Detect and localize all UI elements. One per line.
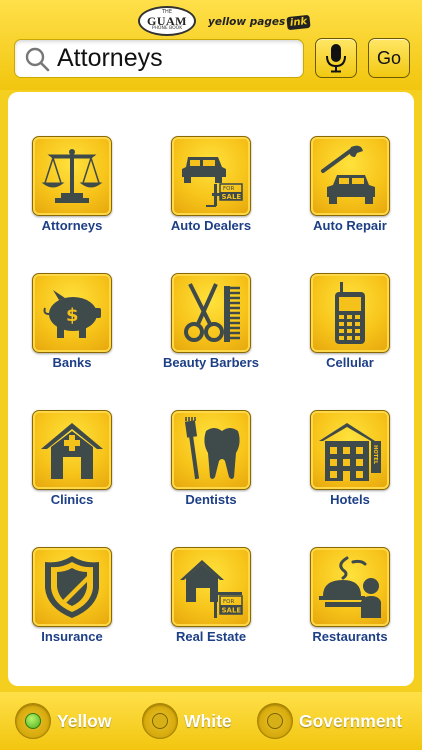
radio-white[interactable]: White — [142, 702, 232, 740]
category-label: Insurance — [41, 629, 103, 644]
tooth-brush-icon — [184, 417, 240, 480]
category-label: Dentists — [185, 492, 237, 507]
category-label: Auto Repair — [313, 218, 387, 233]
sale-text: SALE — [222, 607, 242, 615]
category-label: Clinics — [50, 492, 94, 507]
svg-text:$: $ — [66, 305, 79, 326]
category-tile[interactable] — [171, 273, 251, 353]
radio-label-yellow: Yellow — [57, 710, 112, 731]
category-tile[interactable]: $ — [32, 273, 112, 353]
radio-yellow[interactable]: Yellow — [15, 702, 111, 740]
category-tile[interactable]: HOTEL — [310, 410, 390, 490]
category-grid: Attorneys FOR SALE Auto Dealers Auto Rep… — [8, 92, 414, 686]
search-box[interactable] — [14, 39, 304, 78]
waiter-platter-icon — [319, 556, 381, 618]
category-auto-dealers[interactable]: FOR SALE Auto Dealers — [146, 136, 276, 256]
search-icon — [25, 47, 50, 71]
directory-type-selector: Yellow White Government — [0, 692, 422, 750]
house-for-sale-icon: FOR SALE — [180, 560, 243, 618]
radio-government[interactable]: Government — [257, 702, 402, 740]
category-auto-repair[interactable]: Auto Repair — [285, 136, 415, 256]
yp-logo-ink: ink — [286, 14, 312, 30]
category-tile[interactable] — [32, 136, 112, 216]
logo-bar: THE GUAM PHONE BOOK yellow pages ink — [0, 6, 422, 36]
category-tile[interactable] — [310, 273, 390, 353]
category-label: Real Estate — [175, 629, 247, 644]
hotel-sign-text: HOTEL — [372, 445, 378, 465]
for-text: FOR — [223, 186, 234, 192]
category-tile[interactable] — [171, 410, 251, 490]
radio-button[interactable] — [257, 703, 293, 739]
yp-logo-text: yellow pages — [208, 16, 286, 28]
category-tile[interactable] — [32, 547, 112, 627]
category-tile[interactable] — [310, 547, 390, 627]
hotel-icon: HOTEL — [319, 423, 381, 481]
shield-icon — [45, 556, 99, 618]
voice-search-button[interactable] — [315, 38, 357, 78]
category-label: Beauty Barbers — [162, 355, 260, 370]
piggy-bank-icon: $ — [43, 290, 101, 338]
category-hotels[interactable]: HOTEL Hotels — [285, 410, 415, 530]
category-tile[interactable]: FOR SALE — [171, 136, 251, 216]
search-input[interactable] — [57, 44, 287, 73]
category-restaurants[interactable]: Restaurants — [285, 547, 415, 667]
scissors-comb-icon — [184, 283, 240, 342]
category-cellular[interactable]: Cellular — [285, 273, 415, 393]
category-label: Hotels — [330, 492, 370, 507]
category-tile[interactable] — [310, 136, 390, 216]
category-beauty-barbers[interactable]: Beauty Barbers — [146, 273, 276, 393]
category-dentists[interactable]: Dentists — [146, 410, 276, 530]
cell-phone-icon — [335, 282, 365, 344]
radio-button[interactable] — [142, 703, 178, 739]
category-label: Attorneys — [41, 218, 103, 233]
category-banks[interactable]: $ Banks — [7, 273, 137, 393]
category-tile[interactable] — [32, 410, 112, 490]
scales-icon — [41, 149, 103, 203]
category-label: Banks — [52, 355, 92, 370]
microphone-icon — [326, 44, 346, 73]
radio-button-selected[interactable] — [15, 703, 51, 739]
yellow-pages-ink-logo: yellow pages ink — [208, 13, 312, 31]
category-label: Restaurants — [312, 629, 388, 644]
for-text: FOR — [223, 599, 234, 605]
category-attorneys[interactable]: Attorneys — [7, 136, 137, 256]
category-label: Auto Dealers — [170, 218, 252, 233]
guam-logo-bottom: PHONE BOOK — [151, 26, 183, 32]
category-real-estate[interactable]: FOR SALE Real Estate — [146, 547, 276, 667]
car-wrench-icon — [321, 145, 375, 204]
clinic-house-icon — [41, 423, 103, 479]
radio-label-white: White — [184, 710, 232, 731]
category-insurance[interactable]: Insurance — [7, 547, 137, 667]
app-header: THE GUAM PHONE BOOK yellow pages ink Go — [0, 0, 422, 90]
guam-phone-book-logo: THE GUAM PHONE BOOK — [138, 6, 196, 36]
category-clinics[interactable]: Clinics — [7, 410, 137, 530]
category-label: Cellular — [326, 355, 374, 370]
radio-label-government: Government — [299, 710, 403, 731]
sale-text: SALE — [222, 193, 242, 201]
category-panel: Attorneys FOR SALE Auto Dealers Auto Rep… — [8, 92, 414, 686]
go-button[interactable]: Go — [368, 38, 410, 78]
category-tile[interactable]: FOR SALE — [171, 547, 251, 627]
car-for-sale-icon: FOR SALE — [182, 157, 243, 207]
